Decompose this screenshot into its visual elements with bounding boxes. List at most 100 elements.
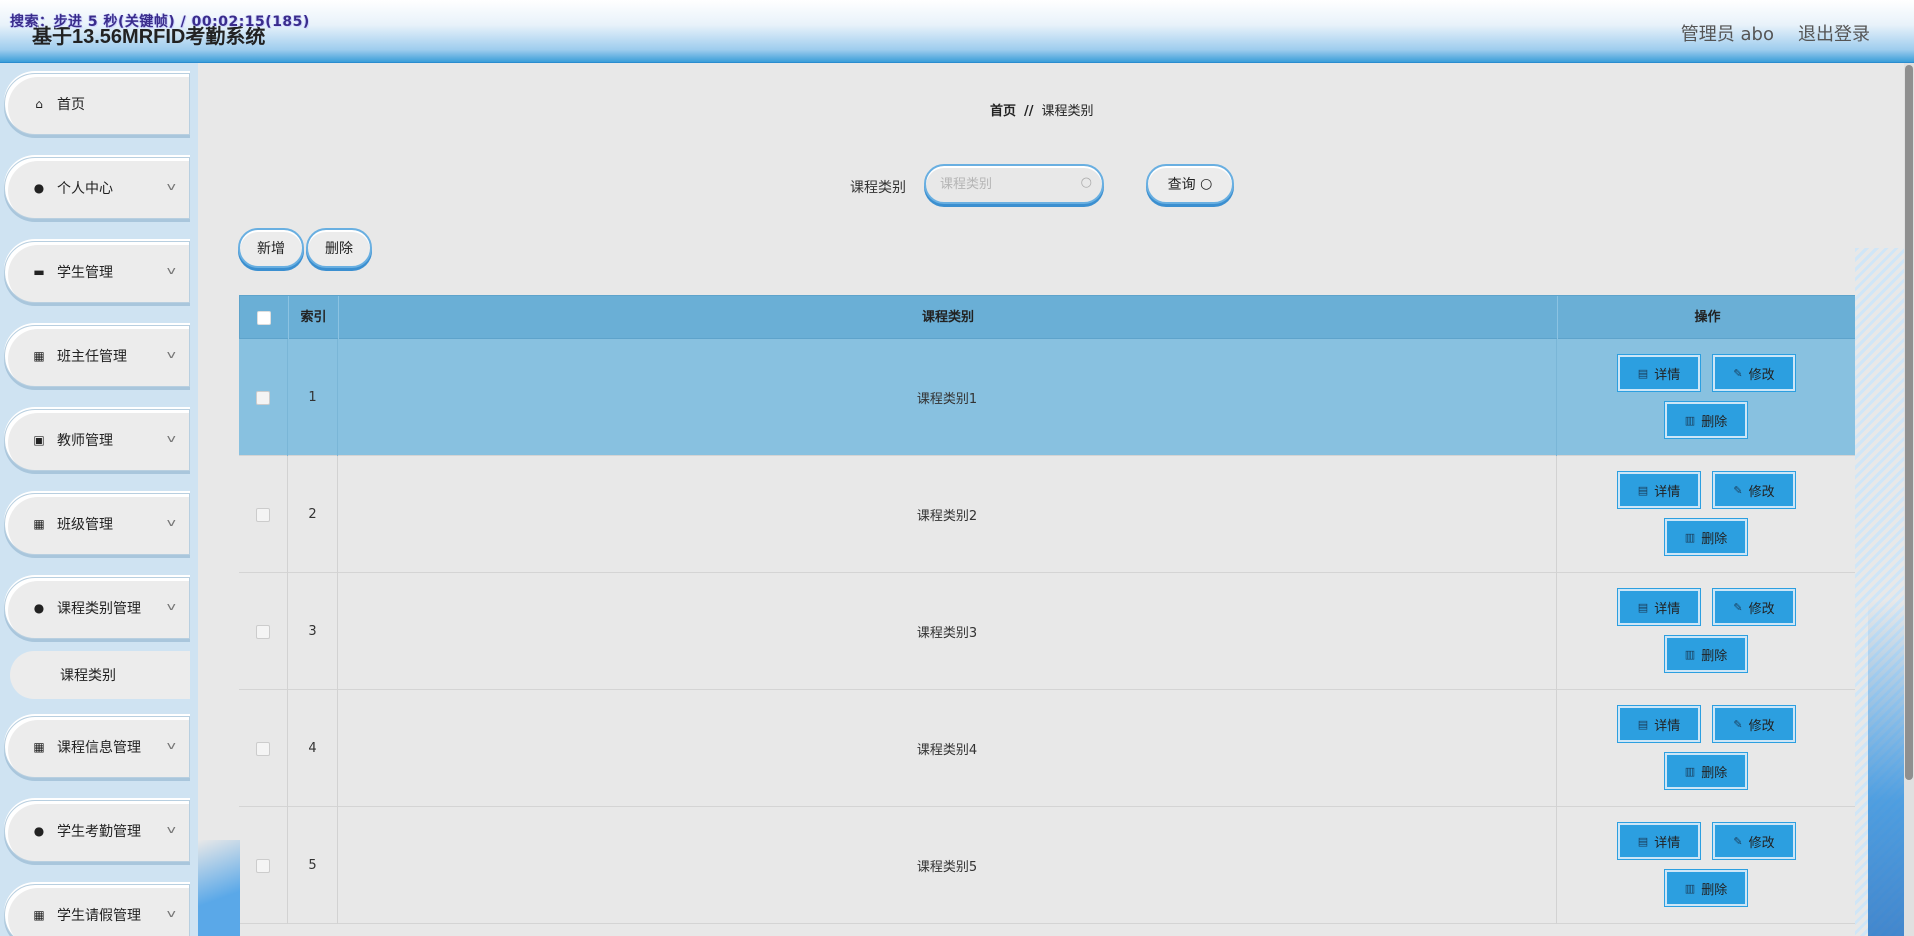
row-checkbox-cell (239, 573, 288, 690)
row-checkbox[interactable] (256, 858, 270, 873)
table-row[interactable]: 5 课程类别5 ▤ 详情 ✎ 修改 ▥ 删除 (239, 807, 1856, 924)
row-checkbox-cell (239, 807, 288, 924)
edit-button[interactable]: ✎ 修改 (1713, 823, 1795, 859)
document-icon: ▤ (1637, 483, 1649, 497)
add-button[interactable]: 新增 (238, 228, 304, 268)
trash-icon: ▥ (1684, 881, 1696, 895)
sidebar-subitem-course-category[interactable]: 课程类别 (10, 651, 190, 699)
sidebar-item-label: 学生管理 (57, 265, 113, 281)
chevron-down-icon: v (167, 600, 177, 613)
grid-icon: ▦ (33, 740, 45, 754)
table-row[interactable]: 4 课程类别4 ▤ 详情 ✎ 修改 ▥ 删除 (239, 690, 1856, 807)
add-button-label: 新增 (257, 241, 285, 257)
scrollbar-thumb[interactable] (1905, 65, 1913, 780)
batch-delete-button[interactable]: 删除 (306, 228, 372, 268)
detail-label: 详情 (1654, 601, 1681, 617)
edit-button[interactable]: ✎ 修改 (1713, 472, 1795, 508)
trash-icon: ▥ (1684, 413, 1696, 427)
detail-label: 详情 (1654, 718, 1681, 734)
header-user-area: 管理员 abo 退出登录 (1681, 20, 1870, 46)
sidebar-item-teachers[interactable]: ▣ 教师管理 v (4, 409, 190, 471)
pencil-icon: ✎ (1733, 366, 1743, 380)
sidebar-item-classes[interactable]: ▦ 班级管理 v (4, 493, 190, 555)
edit-label: 修改 (1748, 484, 1775, 500)
delete-button[interactable]: ▥ 删除 (1665, 636, 1747, 672)
grid-icon: ▦ (33, 908, 45, 922)
row-actions: ▤ 详情 ✎ 修改 ▥ 删除 (1557, 456, 1856, 573)
delete-label: 删除 (1701, 765, 1728, 781)
current-user[interactable]: 管理员 abo (1681, 20, 1774, 46)
detail-button[interactable]: ▤ 详情 (1618, 706, 1700, 742)
edit-button[interactable]: ✎ 修改 (1713, 706, 1795, 742)
logout-link[interactable]: 退出登录 (1798, 20, 1870, 46)
detail-button[interactable]: ▤ 详情 (1618, 823, 1700, 859)
edit-label: 修改 (1748, 601, 1775, 617)
delete-label: 删除 (1701, 531, 1728, 547)
chevron-down-icon: v (167, 823, 177, 836)
breadcrumb-separator: // (1024, 104, 1034, 119)
query-button[interactable]: 查询 ○ (1146, 164, 1234, 204)
row-checkbox[interactable] (256, 390, 270, 405)
bulb-icon: ● (33, 824, 45, 838)
search-input[interactable] (940, 174, 1070, 194)
row-checkbox[interactable] (256, 741, 270, 756)
delete-label: 删除 (1701, 882, 1728, 898)
header-actions: 操作 (1694, 310, 1721, 325)
delete-label: 删除 (1701, 648, 1728, 664)
clipboard-icon: ▣ (33, 433, 45, 447)
home-icon: ⌂ (35, 97, 43, 111)
sidebar-item-label: 首页 (57, 97, 85, 113)
grid-icon: ▦ (33, 517, 45, 531)
detail-button[interactable]: ▤ 详情 (1618, 472, 1700, 508)
table-row[interactable]: 1 课程类别1 ▤ 详情 ✎ 修改 ▥ 删除 (239, 339, 1856, 456)
breadcrumb-home[interactable]: 首页 (990, 104, 1016, 119)
detail-label: 详情 (1654, 835, 1681, 851)
table-row[interactable]: 2 课程类别2 ▤ 详情 ✎ 修改 ▥ 删除 (239, 456, 1856, 573)
chevron-down-icon: v (167, 739, 177, 752)
sidebar-item-students[interactable]: ▬ 学生管理 v (4, 241, 190, 303)
chevron-down-icon: v (167, 348, 177, 361)
document-icon: ▤ (1637, 834, 1649, 848)
row-checkbox-cell (239, 690, 288, 807)
briefcase-icon: ▬ (33, 265, 45, 279)
sidebar-item-label: 课程信息管理 (57, 740, 141, 756)
select-all-checkbox[interactable] (257, 311, 271, 325)
top-header: 基于13.56MRFID考勤系统 搜索：步进 5 秒(关键帧) / 00:02:… (0, 0, 1914, 63)
decorative-wave-right (1868, 600, 1904, 936)
sidebar-item-attendance[interactable]: ● 学生考勤管理 v (4, 800, 190, 862)
detail-button[interactable]: ▤ 详情 (1618, 355, 1700, 391)
edit-button[interactable]: ✎ 修改 (1713, 355, 1795, 391)
detail-button[interactable]: ▤ 详情 (1618, 589, 1700, 625)
chevron-down-icon: v (167, 432, 177, 445)
sidebar-item-leave[interactable]: ▦ 学生请假管理 v (4, 884, 190, 936)
row-checkbox[interactable] (256, 507, 270, 522)
row-actions: ▤ 详情 ✎ 修改 ▥ 删除 (1557, 690, 1856, 807)
sidebar-item-course-info[interactable]: ▦ 课程信息管理 v (4, 716, 190, 778)
sidebar-item-home[interactable]: ⌂ 首页 (4, 73, 190, 135)
delete-button[interactable]: ▥ 删除 (1665, 519, 1747, 555)
delete-button[interactable]: ▥ 删除 (1665, 870, 1747, 906)
pencil-icon: ✎ (1733, 717, 1743, 731)
delete-button[interactable]: ▥ 删除 (1665, 753, 1747, 789)
row-index: 1 (288, 339, 338, 456)
detail-label: 详情 (1654, 484, 1681, 500)
edit-label: 修改 (1748, 835, 1775, 851)
delete-button[interactable]: ▥ 删除 (1665, 402, 1747, 438)
document-icon: ▤ (1637, 366, 1649, 380)
chevron-down-icon: v (167, 264, 177, 277)
row-index: 4 (288, 690, 338, 807)
header-category: 课程类别 (339, 296, 1558, 340)
row-checkbox-cell (239, 339, 288, 456)
pencil-icon: ✎ (1733, 600, 1743, 614)
edit-button[interactable]: ✎ 修改 (1713, 589, 1795, 625)
row-checkbox[interactable] (256, 624, 270, 639)
sidebar-item-course-category-mgmt[interactable]: ● 课程类别管理 v (4, 577, 190, 639)
table-row[interactable]: 3 课程类别3 ▤ 详情 ✎ 修改 ▥ 删除 (239, 573, 1856, 690)
sidebar-item-class-teachers[interactable]: ▦ 班主任管理 v (4, 325, 190, 387)
breadcrumb-current: 课程类别 (1041, 104, 1094, 119)
page-scrollbar[interactable] (1904, 63, 1914, 936)
chevron-down-icon: v (167, 180, 177, 193)
chevron-down-icon: v (167, 907, 177, 920)
sidebar-item-personal-center[interactable]: ● 个人中心 v (4, 157, 190, 219)
batch-delete-label: 删除 (325, 241, 353, 257)
